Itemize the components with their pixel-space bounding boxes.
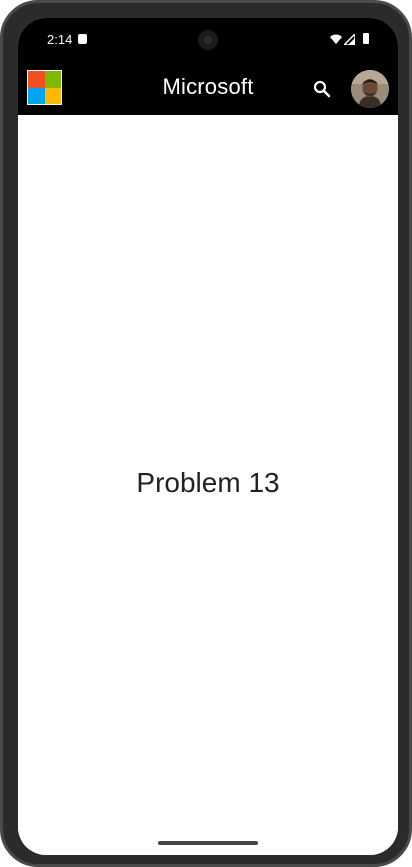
logo-yellow-square — [44, 87, 61, 104]
app-title: Microsoft — [162, 74, 254, 99]
user-avatar-icon — [351, 70, 389, 108]
logo-blue-square — [28, 87, 45, 104]
notification-badge-icon — [78, 34, 87, 44]
status-bar: 2:14 — [18, 18, 398, 60]
search-icon — [313, 80, 331, 98]
main-content: Problem 13 — [18, 115, 398, 855]
page-title: Problem 13 — [136, 467, 280, 498]
logo-green-square — [44, 71, 61, 88]
microsoft-logo[interactable] — [27, 70, 62, 105]
search-button[interactable] — [309, 76, 335, 102]
logo-red-square — [28, 71, 45, 88]
wifi-icon — [330, 34, 342, 44]
battery-icon — [363, 33, 369, 44]
device-frame: 2:14 Microsoft Problem 13 — [0, 0, 412, 867]
cellular-signal-icon — [344, 34, 355, 45]
front-camera — [198, 30, 218, 50]
screen: 2:14 Microsoft Problem 13 — [18, 18, 398, 855]
home-indicator[interactable] — [158, 841, 258, 845]
status-time: 2:14 — [47, 32, 73, 47]
app-bar: Microsoft — [18, 60, 398, 115]
avatar[interactable] — [351, 70, 389, 108]
